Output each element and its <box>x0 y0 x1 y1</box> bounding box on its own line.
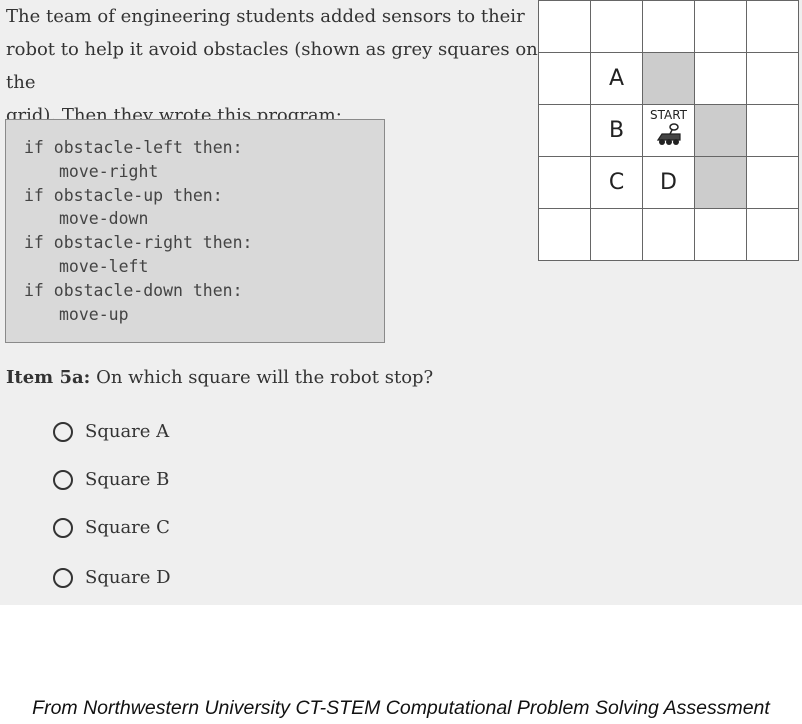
option-square-a[interactable]: Square A <box>53 421 169 442</box>
question-text: On which square will the robot stop? <box>96 367 434 388</box>
code-line: move-up <box>59 304 129 324</box>
intro-line-2: robot to help it avoid obstacles (shown … <box>6 39 538 93</box>
option-square-b[interactable]: Square B <box>53 469 169 490</box>
code-line: move-right <box>59 161 159 181</box>
option-square-d[interactable]: Square D <box>53 567 171 588</box>
grid-cell <box>643 1 695 53</box>
grid-cell <box>591 1 643 53</box>
grid-cell <box>539 1 591 53</box>
code-line: move-left <box>59 256 149 276</box>
radio-button[interactable] <box>53 421 73 442</box>
code-line: if obstacle-left then: <box>24 138 243 157</box>
grid-cell <box>747 105 799 157</box>
grid-cell <box>539 53 591 105</box>
grid-cell: B <box>591 105 643 157</box>
code-line: if obstacle-right then: <box>24 233 253 253</box>
grid-cell <box>747 1 799 53</box>
robot-grid: A B START C D <box>538 0 799 261</box>
grid-cell-obstacle <box>643 53 695 105</box>
radio-button[interactable] <box>53 567 73 588</box>
grid-cell <box>643 209 695 261</box>
square-label: C <box>608 170 625 195</box>
grid-cell <box>539 157 591 209</box>
grid-cell <box>747 209 799 261</box>
start-label: START <box>649 108 688 122</box>
option-label: Square C <box>85 517 170 538</box>
option-label: Square A <box>85 421 170 442</box>
program-code-block: if obstacle-left then: move-right if obs… <box>5 119 385 343</box>
grid-cell <box>539 209 591 261</box>
intro-line-1: The team of engineering students added s… <box>6 6 525 27</box>
grid-cell <box>695 209 747 261</box>
grid-cell-obstacle <box>695 157 747 209</box>
code-line: if obstacle-up then: <box>24 185 223 205</box>
intro-text: The team of engineering students added s… <box>6 0 546 132</box>
grid-cell <box>539 105 591 157</box>
item-label: Item 5a: <box>6 367 91 388</box>
question-prompt: Item 5a: On which square will the robot … <box>6 367 433 388</box>
code-line: if obstacle-down then: <box>24 280 243 300</box>
grid-cell: A <box>591 53 643 105</box>
question-panel: The team of engineering students added s… <box>0 0 802 605</box>
square-label: B <box>608 118 625 143</box>
square-label: A <box>608 66 625 91</box>
code-line: move-down <box>59 209 149 229</box>
radio-button[interactable] <box>53 517 73 538</box>
grid-cell <box>747 53 799 105</box>
option-label: Square B <box>85 469 170 490</box>
grid-cell: D <box>643 157 695 209</box>
grid-cell: C <box>591 157 643 209</box>
source-footer: From Northwestern University CT-STEM Com… <box>32 697 770 719</box>
robot-icon <box>656 123 681 145</box>
grid-cell-start: START <box>643 105 695 157</box>
grid-cell <box>695 53 747 105</box>
option-label: Square D <box>85 567 171 588</box>
grid-cell-obstacle <box>695 105 747 157</box>
square-label: D <box>660 170 677 195</box>
grid-cell <box>695 1 747 53</box>
radio-button[interactable] <box>53 469 73 490</box>
grid-cell <box>591 209 643 261</box>
option-square-c[interactable]: Square C <box>53 517 170 538</box>
grid-cell <box>747 157 799 209</box>
